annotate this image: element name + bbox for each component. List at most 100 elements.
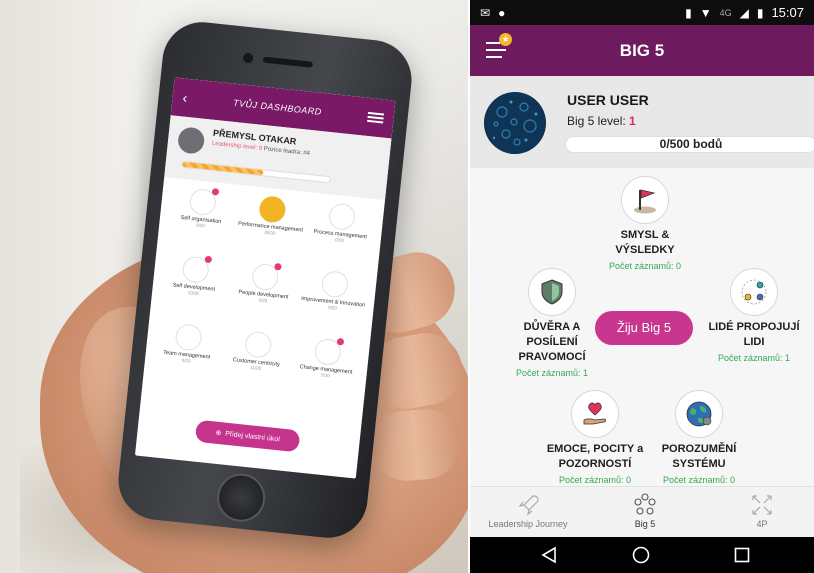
photo-phone-tile: Team management 0/20 [148, 321, 224, 392]
node-count: Počet záznamů: 1 [717, 353, 791, 363]
battery-icon: ▮ [756, 5, 764, 20]
chat-bubble-icon: ● [498, 5, 506, 20]
flag-icon [621, 176, 669, 224]
notification-badge [336, 337, 345, 346]
network-type: 4G [719, 7, 732, 18]
recents-square-icon[interactable] [733, 546, 751, 569]
node-label: POROZUMĚNÍ [661, 443, 737, 455]
signal-icon: ◢ [739, 5, 749, 20]
tile-icon [243, 330, 273, 359]
notification-badge [274, 262, 282, 271]
photo-phone-tile: Self development 10/20 [156, 253, 232, 324]
node-label: VÝSLEDKY [615, 244, 675, 256]
photo-phone-add-button: ⊕ Přidej vlastní úkol [194, 419, 301, 453]
node-smysl-vysledky[interactable]: SMYSL & VÝSLEDKY Počet záznamů: 0 [590, 176, 700, 271]
ziju-big5-button[interactable]: Žiju Big 5 [595, 311, 693, 345]
people-network-icon [730, 268, 778, 316]
plus-circle-icon: ⊕ [214, 429, 222, 438]
avatar [176, 126, 206, 155]
photo-phone-screen: ‹ TVŮJ DASHBOARD PŘEMYSL OTAKAR Leadersh… [134, 77, 396, 479]
node-count: Počet záznamů: 0 [662, 475, 736, 485]
photo-phone-tile: Change management 5/20 [288, 335, 364, 406]
back-triangle-icon[interactable] [540, 546, 558, 569]
leader-position: Pozice leadra: #4 [263, 146, 311, 157]
status-bar: ✉ ● ▮ ▼ 4G ◢ ▮ 15:07 [470, 0, 814, 25]
tab-label: Leadership Journey [488, 519, 568, 529]
node-label: DŮVĚRA A [523, 321, 581, 333]
node-label: SYSTÉMU [672, 458, 726, 470]
heart-hand-icon [571, 390, 619, 438]
tile-progress: 0/20 [195, 222, 205, 229]
photo-phone-tile: Customer centricity 11/20 [218, 328, 294, 399]
tile-icon [327, 202, 357, 231]
node-label: PRAVOMOCÍ [518, 351, 586, 363]
node-lide-propojuji-lidi[interactable]: LIDÉ PROPOJUJÍ LIDI Počet záznamů: 1 [702, 268, 806, 363]
arrows-icon [749, 493, 775, 517]
hamburger-icon [367, 111, 385, 124]
photo-phone: ‹ TVŮJ DASHBOARD PŘEMYSL OTAKAR Leadersh… [114, 18, 416, 542]
home-circle-icon[interactable] [632, 546, 650, 569]
photo-phone-tile: Performance management 30/30 [232, 193, 308, 264]
tile-progress: 11/20 [250, 365, 262, 372]
tile-progress: 0/20 [181, 357, 191, 364]
tile-progress: 5/20 [320, 372, 330, 379]
tile-progress: 30/30 [264, 229, 276, 236]
tile-progress: 10/20 [187, 290, 200, 297]
mail-icon: ✉ [480, 5, 491, 20]
photo-phone-tile: People development 0/20 [225, 260, 301, 331]
marketing-photo: ‹ TVŮJ DASHBOARD PŘEMYSL OTAKAR Leadersh… [0, 0, 468, 573]
avatar[interactable] [484, 92, 546, 154]
tab-4p[interactable]: 4P [742, 493, 782, 529]
tile-progress: 0/20 [258, 297, 268, 304]
tile-icon [313, 337, 345, 367]
notification-badge [211, 187, 220, 196]
node-emoce-pocity[interactable]: EMOCE, POCITY a POZORNOSTÍ Počet záznamů… [540, 390, 650, 485]
photo-phone-tile-grid: Self organisation 0/20 Performance managem… [142, 177, 385, 415]
level-label: Big 5 level: [567, 114, 626, 128]
phone-speaker [262, 56, 314, 68]
tab-big5[interactable]: Big 5 [620, 493, 670, 529]
user-name: USER USER [567, 92, 649, 108]
tab-label: Big 5 [634, 519, 656, 529]
progress-fill [182, 161, 264, 176]
phone-camera [242, 52, 254, 64]
node-count: Počet záznamů: 1 [515, 368, 589, 378]
photo-phone-tile: Self organisation 0/20 [163, 185, 239, 256]
level-value: 1 [629, 114, 636, 128]
node-porozumeni-systemu[interactable]: POROZUMĚNÍ SYSTÉMU Počet záznamů: 0 [654, 390, 744, 485]
points-progress-bar: 0/500 bodů [565, 136, 814, 153]
big5-diagram: SMYSL & VÝSLEDKY Počet záznamů: 0 DŮVĚRA… [470, 168, 814, 486]
notification-badge [204, 255, 213, 264]
avatar-pattern-icon [484, 92, 546, 154]
node-label: POSÍLENÍ [526, 336, 578, 348]
tab-label: 4P [756, 519, 768, 529]
node-label: POZORNOSTÍ [558, 458, 632, 470]
tab-leadership-journey[interactable]: Leadership Journey [480, 493, 576, 529]
photo-phone-tile: Improvement & Innovation 0/20 [295, 268, 371, 339]
tile-icon [320, 270, 350, 299]
level-text: Big 5 level: 1 [567, 114, 636, 128]
tile-icon [181, 255, 213, 284]
vibrate-icon: ▮ [685, 5, 692, 20]
shield-icon [528, 268, 576, 316]
add-button-label: Přidej vlastní úkol [224, 430, 281, 443]
clock: 15:07 [771, 5, 804, 20]
profile-header: USER USER Big 5 level: 1 0/500 bodů [470, 76, 814, 168]
rocket-icon [515, 493, 541, 517]
bottom-navigation: Leadership Journey Big 5 4P [470, 486, 814, 537]
photo-phone-tile: Process management 0/20 [302, 200, 378, 271]
tile-icon [258, 195, 287, 224]
app-screen: ✉ ● ▮ ▼ 4G ◢ ▮ 15:07 ★ BIG 5 USER USER B… [470, 0, 814, 573]
tile-icon [251, 262, 282, 292]
back-chevron-icon: ‹ [181, 89, 189, 106]
photo-phone-title: TVŮJ DASHBOARD [232, 97, 323, 117]
android-nav-bar [470, 537, 814, 573]
node-duvera-posileni[interactable]: DŮVĚRA A POSÍLENÍ PRAVOMOCÍ Počet záznam… [492, 268, 612, 378]
node-label: EMOCE, POCITY a [546, 443, 644, 455]
app-bar: ★ BIG 5 [470, 25, 814, 76]
tile-progress: 0/20 [334, 237, 345, 244]
globe-icon [675, 390, 723, 438]
node-label: LIDÉ PROPOJUJÍ [708, 321, 800, 333]
node-label: LIDI [743, 336, 765, 348]
tile-icon [188, 187, 220, 217]
